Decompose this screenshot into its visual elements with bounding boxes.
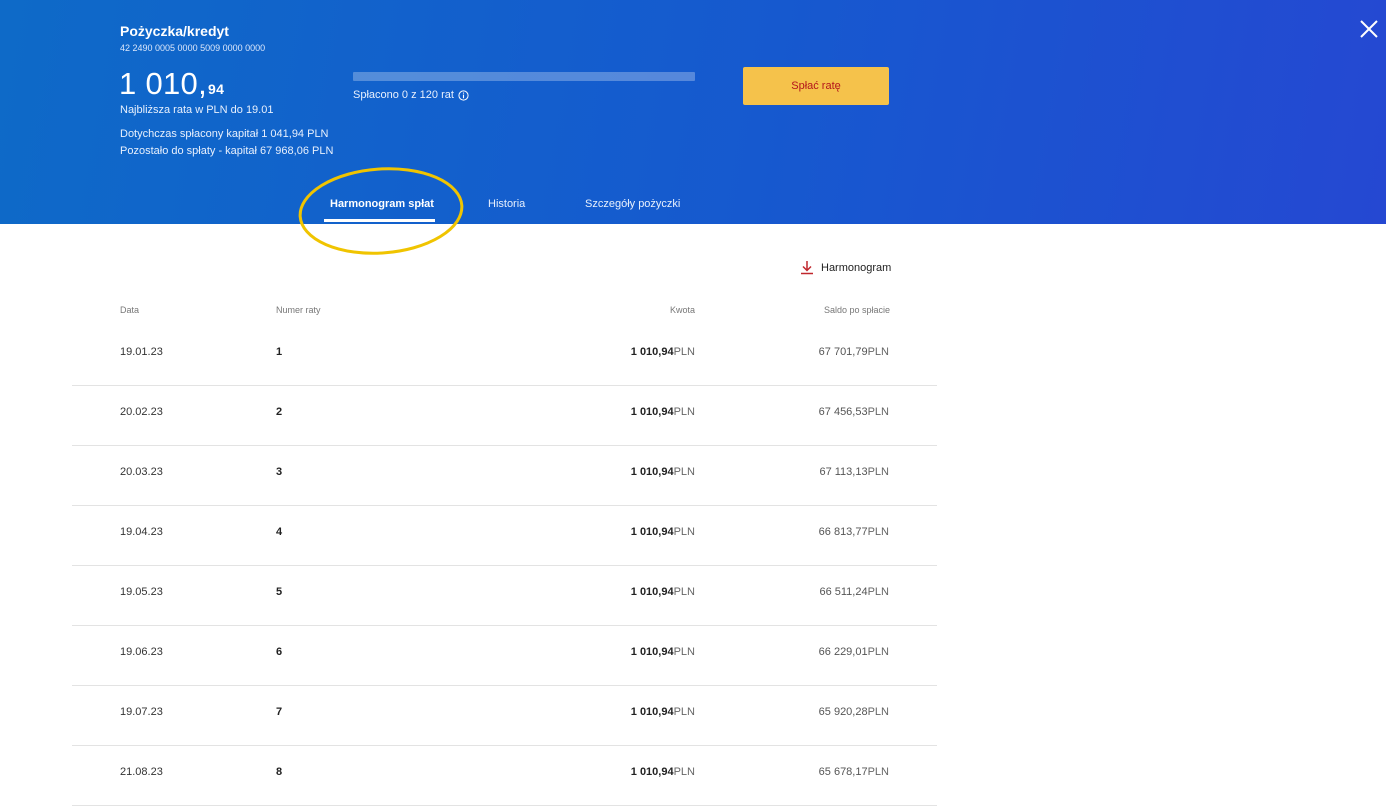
pay-installment-button[interactable]: Spłać ratę xyxy=(743,67,889,105)
row-amount-value: 1 010,94 xyxy=(630,766,674,778)
amount-integer: 1 010, xyxy=(119,66,207,101)
repayment-progress-text: Spłacono 0 z 120 rat xyxy=(353,89,454,101)
column-header-date: Data xyxy=(120,305,140,315)
row-date: 19.01.23 xyxy=(120,346,163,358)
account-number: 42 2490 0005 0000 5009 0000 0000 xyxy=(120,43,266,53)
row-amount-value: 1 010,94 xyxy=(630,466,674,478)
repayment-progress-label: Spłacono 0 z 120 rat xyxy=(353,89,469,101)
row-amount-currency: PLN xyxy=(673,466,695,478)
next-rate-amount: 1 010,94 xyxy=(119,66,224,102)
next-rate-info: Najbliższa rata w PLN do 19.01 xyxy=(120,104,274,116)
row-balance-currency: PLN xyxy=(867,406,889,418)
row-balance-currency: PLN xyxy=(867,706,889,718)
close-icon[interactable] xyxy=(1358,18,1380,40)
paid-capital-info: Dotychczas spłacony kapitał 1 041,94 PLN xyxy=(120,128,329,140)
row-amount-value: 1 010,94 xyxy=(630,586,674,598)
row-number: 1 xyxy=(276,346,283,358)
row-balance: 66 511,24PLN xyxy=(819,586,889,598)
loan-header: Pożyczka/kredyt 42 2490 0005 0000 5009 0… xyxy=(0,0,1386,224)
row-amount-currency: PLN xyxy=(673,646,695,658)
row-balance: 67 113,13PLN xyxy=(819,466,889,478)
row-balance-value: 67 701,79 xyxy=(818,346,868,358)
row-amount-value: 1 010,94 xyxy=(630,346,674,358)
amount-decimal: 94 xyxy=(208,81,225,97)
row-balance-currency: PLN xyxy=(867,586,889,598)
row-balance-currency: PLN xyxy=(867,646,889,658)
row-balance: 65 920,28PLN xyxy=(819,706,889,718)
table-row: 19.07.23 7 1 010,94PLN 65 920,28PLN xyxy=(72,686,937,746)
row-balance-value: 66 813,77 xyxy=(818,526,868,538)
column-header-number: Numer raty xyxy=(276,305,321,315)
row-date: 21.08.23 xyxy=(120,766,163,778)
row-date: 19.04.23 xyxy=(120,526,163,538)
row-amount: 1 010,94PLN xyxy=(631,766,695,778)
row-amount-currency: PLN xyxy=(673,346,695,358)
table-row: 20.02.23 2 1 010,94PLN 67 456,53PLN xyxy=(72,386,937,446)
row-number: 6 xyxy=(276,646,283,658)
row-balance-currency: PLN xyxy=(867,466,889,478)
row-balance: 65 678,17PLN xyxy=(819,766,889,778)
row-date: 20.02.23 xyxy=(120,406,163,418)
row-date: 19.07.23 xyxy=(120,706,163,718)
row-balance-value: 67 113,13 xyxy=(819,466,868,478)
row-balance: 66 813,77PLN xyxy=(819,526,889,538)
download-schedule-label: Harmonogram xyxy=(821,261,892,274)
table-row: 21.08.23 8 1 010,94PLN 65 678,17PLN xyxy=(72,746,937,806)
row-amount: 1 010,94PLN xyxy=(631,586,695,598)
row-amount-currency: PLN xyxy=(673,526,695,538)
row-balance-value: 66 229,01 xyxy=(818,646,868,658)
row-amount-currency: PLN xyxy=(673,406,695,418)
info-icon[interactable] xyxy=(458,89,469,101)
row-balance-value: 67 456,53 xyxy=(818,406,868,418)
row-amount-currency: PLN xyxy=(673,586,695,598)
row-amount: 1 010,94PLN xyxy=(631,466,695,478)
tab-loan-details[interactable]: Szczegóły pożyczki xyxy=(585,198,680,210)
download-schedule-link[interactable]: Harmonogram xyxy=(800,260,891,275)
row-number: 4 xyxy=(276,526,283,538)
row-balance-value: 66 511,24 xyxy=(819,586,868,598)
row-number: 7 xyxy=(276,706,283,718)
row-amount-currency: PLN xyxy=(673,766,695,778)
tab-history[interactable]: Historia xyxy=(488,198,525,210)
row-amount-value: 1 010,94 xyxy=(630,406,674,418)
row-balance: 66 229,01PLN xyxy=(819,646,889,658)
column-header-amount: Kwota xyxy=(669,305,695,315)
row-amount-currency: PLN xyxy=(673,706,695,718)
table-row: 19.06.23 6 1 010,94PLN 66 229,01PLN xyxy=(72,626,937,686)
row-amount: 1 010,94PLN xyxy=(631,526,695,538)
table-row: 20.03.23 3 1 010,94PLN 67 113,13PLN xyxy=(72,446,937,506)
repayment-progress-bar xyxy=(353,72,695,81)
row-number: 2 xyxy=(276,406,283,418)
row-number: 3 xyxy=(276,466,283,478)
row-date: 20.03.23 xyxy=(120,466,163,478)
row-balance-currency: PLN xyxy=(867,766,889,778)
remaining-capital-info: Pozostało do spłaty - kapitał 67 968,06 … xyxy=(120,145,334,157)
row-number: 5 xyxy=(276,586,283,598)
row-amount: 1 010,94PLN xyxy=(631,646,695,658)
row-balance: 67 456,53PLN xyxy=(819,406,889,418)
row-balance-currency: PLN xyxy=(867,526,889,538)
active-tab-indicator xyxy=(324,219,435,222)
row-amount-value: 1 010,94 xyxy=(630,526,674,538)
row-date: 19.05.23 xyxy=(120,586,163,598)
row-balance-value: 65 678,17 xyxy=(818,766,868,778)
row-amount: 1 010,94PLN xyxy=(631,346,695,358)
table-row: 19.04.23 4 1 010,94PLN 66 813,77PLN xyxy=(72,506,937,566)
row-date: 19.06.23 xyxy=(120,646,163,658)
page-title: Pożyczka/kredyt xyxy=(120,23,229,39)
table-row: 19.05.23 5 1 010,94PLN 66 511,24PLN xyxy=(72,566,937,626)
row-amount-value: 1 010,94 xyxy=(630,706,674,718)
tab-harmonogram[interactable]: Harmonogram spłat xyxy=(330,198,434,210)
row-amount: 1 010,94PLN xyxy=(631,406,695,418)
row-balance: 67 701,79PLN xyxy=(819,346,889,358)
column-header-balance: Saldo po spłacie xyxy=(823,305,890,315)
row-balance-value: 65 920,28 xyxy=(818,706,868,718)
row-amount-value: 1 010,94 xyxy=(630,646,674,658)
row-amount: 1 010,94PLN xyxy=(631,706,695,718)
download-icon xyxy=(801,261,813,275)
table-row: 19.01.23 1 1 010,94PLN 67 701,79PLN xyxy=(72,326,937,386)
row-balance-currency: PLN xyxy=(867,346,889,358)
row-number: 8 xyxy=(276,766,283,778)
